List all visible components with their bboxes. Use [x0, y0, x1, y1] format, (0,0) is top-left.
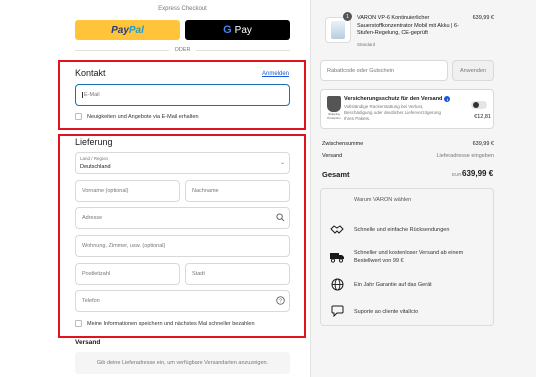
delivery-title: Lieferung — [75, 137, 113, 147]
subtotal-label: Zwischensumme — [322, 141, 364, 147]
apply-discount-button[interactable]: Anwenden — [452, 60, 494, 81]
total-label: Gesamt — [322, 170, 350, 179]
shipping-info-box: Gib deine Lieferadresse ein, um verfügba… — [75, 352, 290, 374]
google-g-icon: G — [223, 24, 232, 36]
login-link[interactable]: Anmelden — [262, 71, 289, 77]
shipping-value: Lieferadresse eingeben — [436, 153, 495, 159]
save-info-option[interactable]: Meine Informationen speichern und nächst… — [75, 320, 255, 327]
last-name-field[interactable]: Nachname — [185, 180, 290, 202]
total-value: 639,99 € — [462, 169, 494, 178]
svg-text:?: ? — [279, 298, 282, 304]
total-currency: EUR — [452, 172, 462, 177]
info-icon[interactable]: i — [444, 96, 451, 102]
text-caret — [82, 92, 83, 98]
address-field[interactable]: Adresse — [75, 207, 290, 229]
first-name-field[interactable]: Vorname (optional) — [75, 180, 180, 202]
discount-code-input[interactable]: Rabattcode oder Gutschein — [320, 60, 448, 81]
chevron-down-icon: ⌄ — [280, 160, 286, 166]
insurance-description: Vollständige Rückerstattung bei Verlust,… — [344, 104, 442, 121]
why-choose-title: Warum VARON wählen — [354, 197, 412, 203]
product-variant: Standard — [357, 42, 376, 47]
country-label: Land / Region — [80, 156, 109, 161]
chat-icon — [329, 305, 345, 320]
save-info-checkbox[interactable] — [75, 320, 82, 327]
email-field[interactable]: E-Mail — [75, 84, 290, 106]
express-checkout-title: Express Checkout — [158, 6, 207, 12]
globe-icon — [329, 278, 345, 294]
paypal-button[interactable]: PayPal — [75, 20, 180, 40]
newsletter-label: Neuigkeiten und Angebote via E-Mail erha… — [87, 113, 199, 120]
feature-returns: Schnelle und einfache Rücksendungen — [354, 227, 450, 233]
address2-field[interactable]: Wohnung, Zimmer, usw. (optional) — [75, 235, 290, 257]
help-icon[interactable]: ? — [276, 296, 285, 305]
newsletter-option[interactable]: Neuigkeiten und Angebote via E-Mail erha… — [75, 113, 199, 120]
subtotal-value: 639,99 € — [472, 141, 494, 147]
zip-field[interactable]: Postleitzahl — [75, 263, 180, 285]
paypal-logo: PayPal — [111, 24, 144, 36]
search-icon[interactable] — [276, 213, 285, 222]
product-price: 639,99 € — [472, 15, 494, 21]
google-pay-label: Pay — [234, 24, 252, 36]
shipping-protection-icon-label: Shipping Protection — [327, 112, 341, 120]
handshake-icon — [329, 223, 345, 238]
feature-shipping: Schneller und kostenloser Versand ab ein… — [354, 250, 464, 264]
or-divider: ODER — [75, 47, 291, 53]
insurance-price: €12,81 — [474, 114, 491, 120]
feature-warranty: Ein Jahr Garantie auf das Gerät — [354, 282, 432, 288]
insurance-title: Versicherungsschutz für den Versand i — [344, 96, 451, 102]
country-value: Deutschland — [80, 164, 111, 170]
feature-support: Suporte ao cliente vitalício — [354, 309, 419, 315]
newsletter-checkbox[interactable] — [75, 113, 82, 120]
truck-icon — [329, 251, 345, 266]
google-pay-button[interactable]: G Pay — [185, 20, 290, 40]
quantity-badge: 1 — [343, 12, 352, 21]
save-info-label: Meine Informationen speichern und nächst… — [87, 320, 255, 327]
contact-title: Kontakt — [75, 68, 106, 78]
shipping-label: Versand — [322, 153, 343, 159]
product-name: VARON VP-6 Kontinuierlicher Sauerstoffko… — [357, 15, 459, 36]
city-field[interactable]: Stadt — [185, 263, 290, 285]
toggle-knob — [473, 102, 479, 108]
shield-package-icon — [327, 96, 341, 112]
phone-field[interactable]: Telefon — [75, 290, 290, 312]
shipping-title: Versand — [75, 339, 101, 346]
